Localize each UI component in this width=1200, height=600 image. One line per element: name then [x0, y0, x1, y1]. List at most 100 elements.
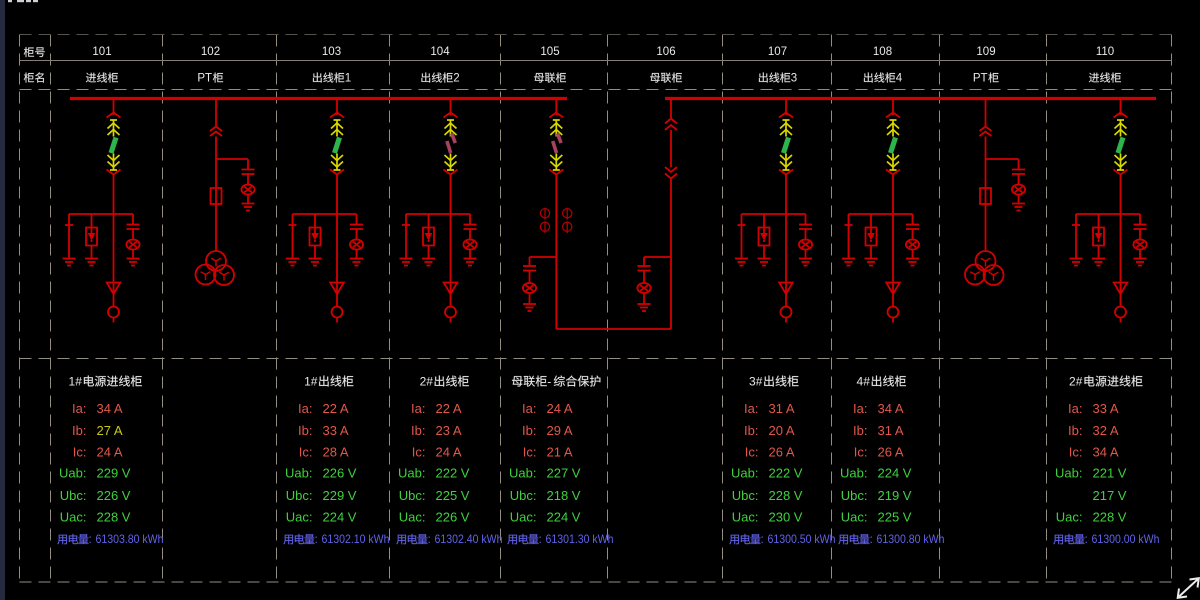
svg-text:Ic:: Ic: — [412, 445, 426, 460]
svg-text:Ib:: Ib: — [744, 423, 758, 438]
svg-text:#: # — [426, 374, 433, 388]
svg-text:29 A: 29 A — [547, 423, 573, 438]
svg-text:Ubc:: Ubc: — [60, 488, 87, 503]
svg-text:103: 103 — [322, 46, 341, 58]
svg-text:#: # — [311, 374, 318, 388]
svg-text:107: 107 — [768, 46, 787, 58]
svg-text:Uab:: Uab: — [59, 466, 86, 481]
svg-text:26 A: 26 A — [769, 445, 795, 460]
svg-text:Uac:: Uac: — [60, 510, 87, 525]
svg-text:227 V: 227 V — [547, 466, 581, 481]
svg-text:3: 3 — [791, 73, 797, 85]
svg-text:217 V: 217 V — [1093, 488, 1127, 503]
svg-text::: : — [89, 532, 92, 546]
svg-text:#: # — [1076, 374, 1083, 388]
svg-text:4: 4 — [896, 73, 903, 85]
svg-text:226 V: 226 V — [97, 488, 131, 503]
svg-text:Ib:: Ib: — [522, 423, 536, 438]
svg-text:104: 104 — [430, 46, 450, 58]
svg-text:110: 110 — [1096, 46, 1114, 58]
svg-text:Ib:: Ib: — [411, 423, 425, 438]
svg-text:102: 102 — [201, 46, 220, 58]
svg-text:226 V: 226 V — [323, 466, 357, 481]
svg-text:26 A: 26 A — [878, 445, 904, 460]
svg-text:34 A: 34 A — [878, 401, 904, 416]
svg-text:101: 101 — [92, 46, 111, 58]
svg-text:Ubc:: Ubc: — [510, 488, 537, 503]
svg-text:Ia:: Ia: — [853, 401, 867, 416]
svg-text:22 A: 22 A — [436, 401, 462, 416]
svg-text:Ia:: Ia: — [1068, 401, 1082, 416]
svg-text:-: - — [547, 374, 551, 388]
svg-text:109: 109 — [976, 46, 995, 58]
svg-text:230 V: 230 V — [769, 510, 803, 525]
svg-text::: : — [539, 532, 542, 546]
svg-text:224 V: 224 V — [547, 510, 581, 525]
svg-text:33 A: 33 A — [1093, 401, 1119, 416]
svg-text:224 V: 224 V — [878, 466, 912, 481]
svg-text:34 A: 34 A — [97, 401, 123, 416]
svg-text:Ubc:: Ubc: — [841, 488, 868, 503]
svg-text:24 A: 24 A — [436, 445, 462, 460]
svg-text:61300.00 kWh: 61300.00 kWh — [1092, 532, 1160, 546]
svg-text:Ib:: Ib: — [72, 423, 86, 438]
svg-text:61302.40 kWh: 61302.40 kWh — [435, 532, 503, 546]
svg-text:1: 1 — [345, 73, 351, 85]
svg-text:#: # — [863, 374, 870, 388]
svg-text:Uab:: Uab: — [840, 466, 867, 481]
svg-text:228 V: 228 V — [769, 488, 803, 503]
svg-text::: : — [1085, 532, 1088, 546]
svg-text:Uac:: Uac: — [399, 510, 426, 525]
svg-text:34 A: 34 A — [1093, 445, 1119, 460]
svg-text:Ic:: Ic: — [1069, 445, 1083, 460]
svg-text:Ia:: Ia: — [411, 401, 425, 416]
svg-text:Ia:: Ia: — [298, 401, 312, 416]
svg-text:Uab:: Uab: — [285, 466, 312, 481]
svg-text::: : — [428, 532, 431, 546]
svg-text:24 A: 24 A — [547, 401, 573, 416]
svg-text:Uac:: Uac: — [286, 510, 313, 525]
svg-text:229 V: 229 V — [97, 466, 131, 481]
svg-text:219 V: 219 V — [878, 488, 912, 503]
svg-text:Ib:: Ib: — [1068, 423, 1082, 438]
svg-text:#: # — [75, 374, 82, 388]
svg-text:Uab:: Uab: — [1055, 466, 1082, 481]
svg-text:222 V: 222 V — [436, 466, 470, 481]
svg-text:Ic:: Ic: — [299, 445, 313, 460]
svg-text:Uab:: Uab: — [398, 466, 425, 481]
svg-text:229 V: 229 V — [323, 488, 357, 503]
svg-text:Ia:: Ia: — [72, 401, 86, 416]
svg-text:Ib:: Ib: — [853, 423, 867, 438]
svg-text:Ia:: Ia: — [522, 401, 536, 416]
svg-text:Ubc:: Ubc: — [399, 488, 426, 503]
svg-text:222 V: 222 V — [769, 466, 803, 481]
svg-text:Uac:: Uac: — [510, 510, 537, 525]
svg-text:218 V: 218 V — [547, 488, 581, 503]
svg-text:224 V: 224 V — [323, 510, 357, 525]
svg-text:61300.80 kWh: 61300.80 kWh — [877, 532, 945, 546]
svg-text:23 A: 23 A — [436, 423, 462, 438]
svg-text:Ic:: Ic: — [523, 445, 537, 460]
svg-text:Ubc:: Ubc: — [732, 488, 759, 503]
svg-text:#: # — [756, 374, 763, 388]
svg-text:Ic:: Ic: — [745, 445, 759, 460]
svg-text:T: T — [981, 73, 988, 85]
svg-text::: : — [870, 532, 873, 546]
svg-text:Ic:: Ic: — [854, 445, 868, 460]
svg-text:Uab:: Uab: — [731, 466, 758, 481]
svg-text:221 V: 221 V — [1093, 466, 1127, 481]
svg-text:2: 2 — [453, 73, 459, 85]
svg-text:32 A: 32 A — [1093, 423, 1119, 438]
svg-text:Ic:: Ic: — [73, 445, 87, 460]
svg-text::: : — [761, 532, 764, 546]
svg-text:21 A: 21 A — [547, 445, 573, 460]
svg-text:Uac:: Uac: — [1056, 510, 1083, 525]
svg-text:61303.80 kWh: 61303.80 kWh — [96, 532, 164, 546]
svg-text:228 V: 228 V — [1093, 510, 1127, 525]
svg-text:24 A: 24 A — [97, 445, 123, 460]
svg-text:22 A: 22 A — [323, 401, 349, 416]
svg-text:Ia:: Ia: — [744, 401, 758, 416]
svg-text:61302.10 kWh: 61302.10 kWh — [322, 532, 390, 546]
svg-text:Ib:: Ib: — [298, 423, 312, 438]
svg-text:Ubc:: Ubc: — [286, 488, 313, 503]
